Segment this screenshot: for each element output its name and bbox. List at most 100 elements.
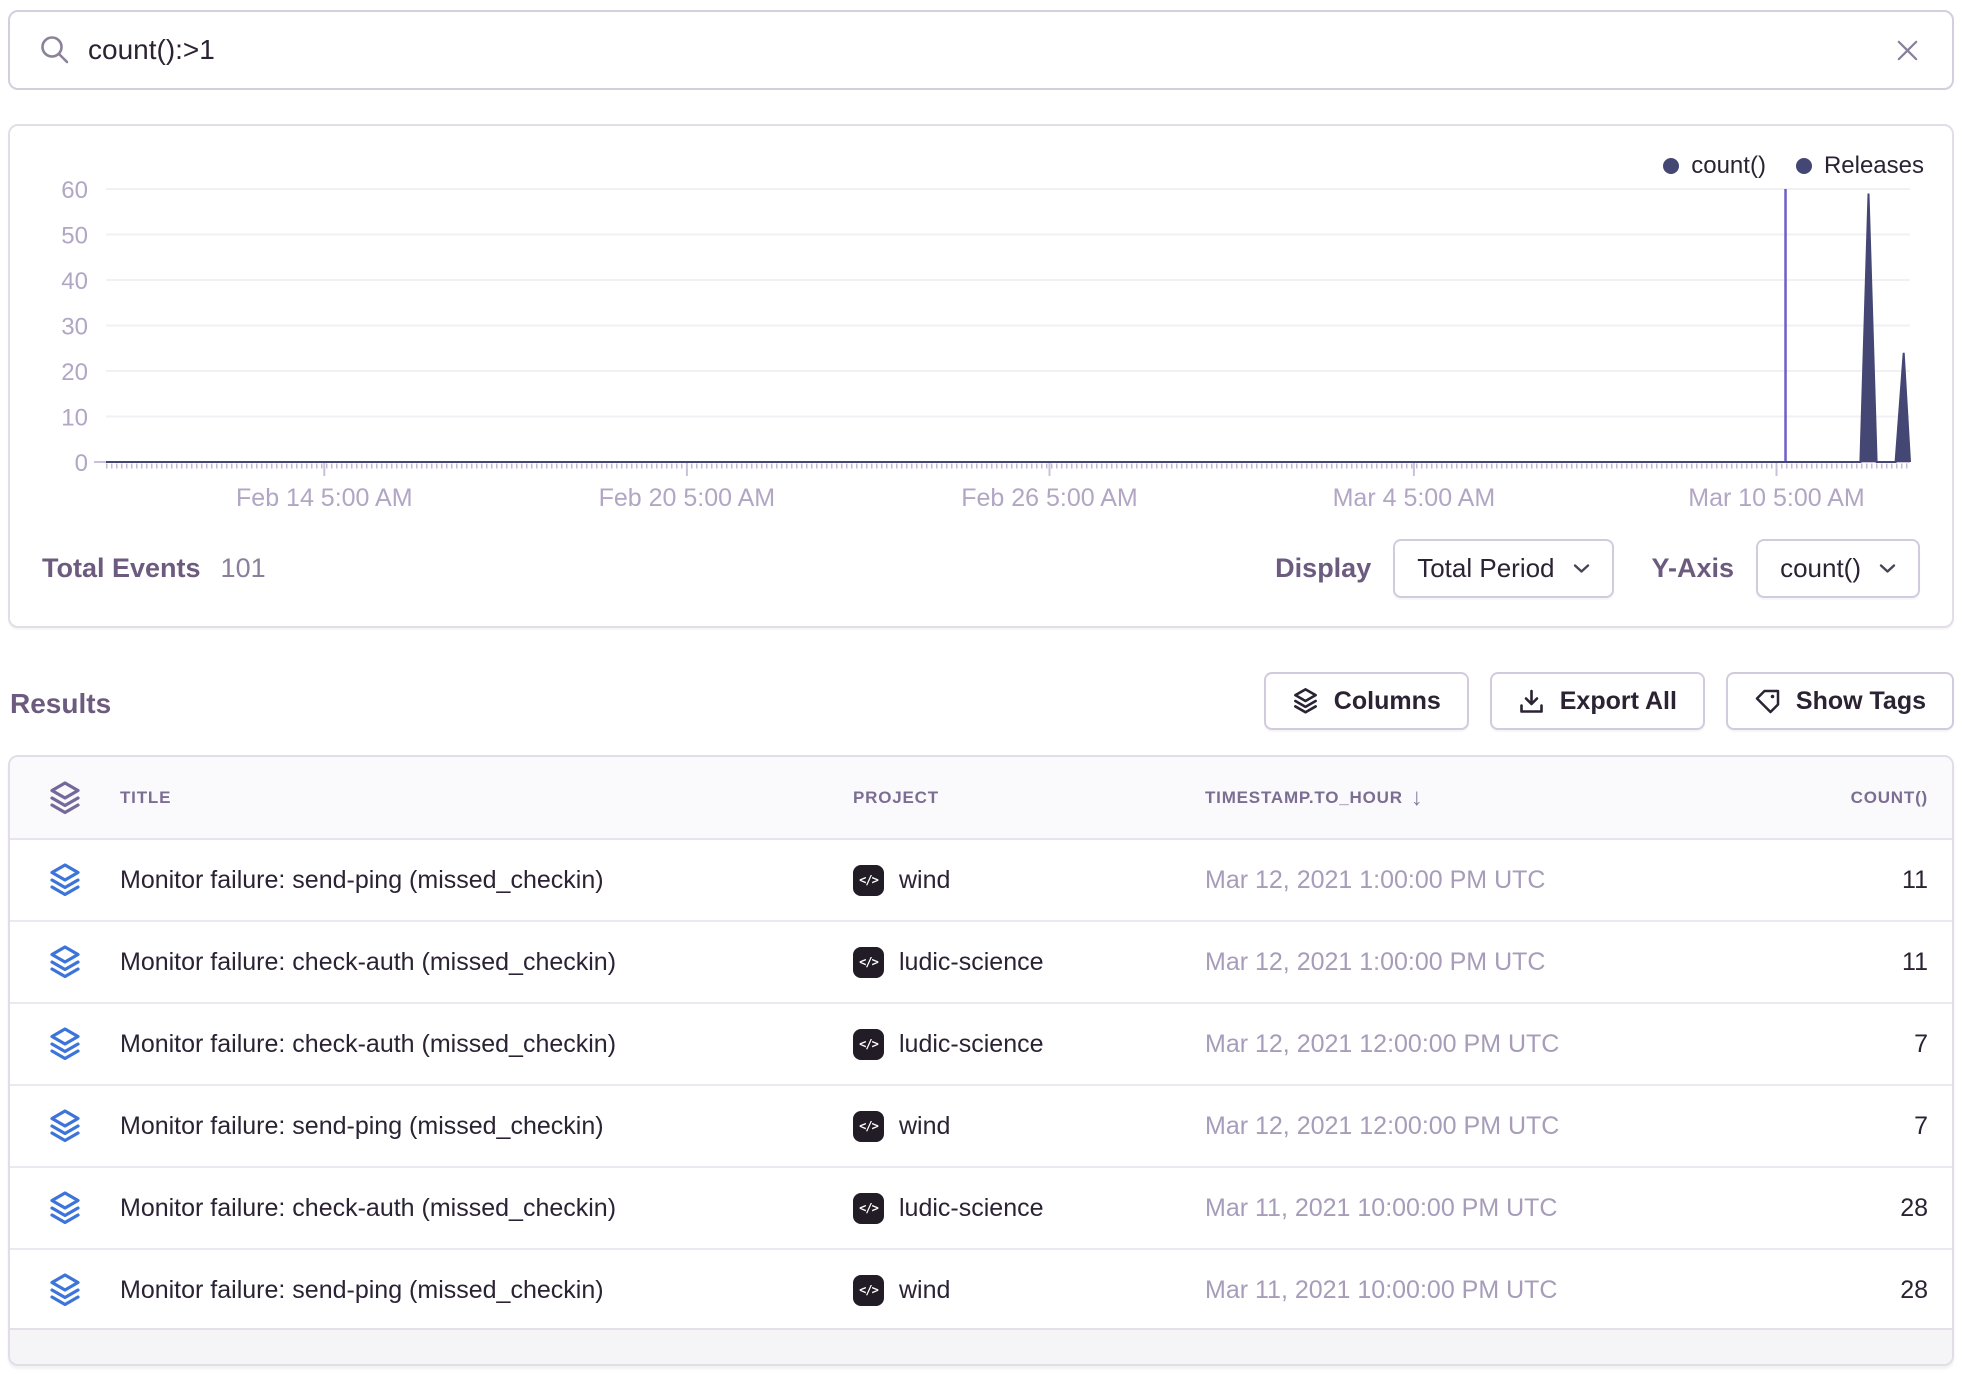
results-heading: Results — [10, 688, 111, 720]
total-events: Total Events 101 — [42, 553, 266, 584]
project-name: wind — [899, 1276, 950, 1305]
svg-text:Feb 14 5:00 AM: Feb 14 5:00 AM — [236, 484, 413, 512]
project-name: wind — [899, 866, 950, 895]
table-footer — [10, 1328, 1952, 1364]
event-title[interactable]: Monitor failure: send-ping (missed_check… — [120, 1276, 853, 1305]
event-title[interactable]: Monitor failure: send-ping (missed_check… — [120, 866, 853, 895]
show-tags-button-label: Show Tags — [1796, 687, 1926, 716]
event-count: 7 — [1695, 1112, 1928, 1141]
column-header-title[interactable]: TITLE — [120, 788, 853, 808]
show-tags-button[interactable]: Show Tags — [1726, 672, 1954, 730]
legend-label: count() — [1691, 152, 1766, 180]
columns-button[interactable]: Columns — [1264, 672, 1469, 730]
discover-results-page: 0102030405060Feb 14 5:00 AMFeb 20 5:00 A… — [0, 0, 1962, 1374]
count-legend-dot-icon — [1663, 158, 1679, 174]
svg-text:50: 50 — [61, 223, 88, 250]
event-timestamp: Mar 12, 2021 1:00:00 PM UTC — [1205, 948, 1695, 977]
legend-item-count[interactable]: count() — [1663, 152, 1766, 180]
event-timestamp: Mar 12, 2021 12:00:00 PM UTC — [1205, 1112, 1695, 1141]
svg-text:40: 40 — [61, 268, 88, 295]
events-chart-panel: 0102030405060Feb 14 5:00 AMFeb 20 5:00 A… — [8, 124, 1954, 628]
search-bar — [8, 10, 1954, 90]
project-cell: ludic-science — [853, 1193, 1205, 1224]
event-title[interactable]: Monitor failure: check-auth (missed_chec… — [120, 1194, 853, 1223]
total-events-label: Total Events — [42, 553, 201, 584]
table-row[interactable]: Monitor failure: check-auth (missed_chec… — [10, 1004, 1952, 1086]
event-count: 11 — [1695, 948, 1928, 977]
event-count: 11 — [1695, 866, 1928, 895]
display-dropdown-value: Total Period — [1417, 553, 1554, 584]
table-row[interactable]: Monitor failure: send-ping (missed_check… — [10, 1250, 1952, 1332]
project-cell: wind — [853, 1275, 1205, 1306]
code-platform-icon — [853, 947, 884, 978]
layers-icon — [48, 1108, 82, 1144]
results-table-body: Monitor failure: send-ping (missed_check… — [10, 840, 1952, 1332]
layers-icon — [48, 1026, 82, 1062]
event-timestamp: Mar 12, 2021 12:00:00 PM UTC — [1205, 1030, 1695, 1059]
svg-text:20: 20 — [61, 359, 88, 386]
chevron-down-icon — [1879, 563, 1896, 574]
yaxis-control: Y-Axis count() — [1652, 539, 1920, 598]
event-timestamp: Mar 11, 2021 10:00:00 PM UTC — [1205, 1194, 1695, 1223]
svg-text:Feb 20 5:00 AM: Feb 20 5:00 AM — [599, 484, 776, 512]
layers-icon — [48, 862, 82, 898]
display-dropdown[interactable]: Total Period — [1393, 539, 1613, 598]
legend-item-releases[interactable]: Releases — [1796, 152, 1924, 180]
project-cell: ludic-science — [853, 947, 1205, 978]
yaxis-dropdown-value: count() — [1780, 553, 1861, 584]
search-input[interactable] — [88, 34, 1875, 66]
code-platform-icon — [853, 1029, 884, 1060]
event-title[interactable]: Monitor failure: send-ping (missed_check… — [120, 1112, 853, 1141]
search-icon — [38, 33, 72, 67]
column-header-count[interactable]: COUNT() — [1695, 788, 1928, 808]
releases-legend-dot-icon — [1796, 158, 1812, 174]
code-platform-icon — [853, 1111, 884, 1142]
event-timestamp: Mar 11, 2021 10:00:00 PM UTC — [1205, 1276, 1695, 1305]
event-count: 7 — [1695, 1030, 1928, 1059]
layers-icon — [1292, 687, 1319, 715]
results-actions: Columns Export All Show Tags — [1264, 672, 1954, 730]
tag-icon — [1754, 688, 1781, 715]
results-table: TITLE PROJECT TIMESTAMP.TO_HOUR ↓ COUNT(… — [8, 755, 1954, 1366]
svg-text:Mar 10 5:00 AM: Mar 10 5:00 AM — [1688, 484, 1864, 512]
event-count: 28 — [1695, 1194, 1928, 1223]
project-name: ludic-science — [899, 1194, 1044, 1223]
project-cell: wind — [853, 1111, 1205, 1142]
event-count: 28 — [1695, 1276, 1928, 1305]
layers-icon[interactable] — [48, 780, 82, 816]
svg-text:30: 30 — [61, 314, 88, 341]
layers-icon — [48, 944, 82, 980]
layers-icon — [48, 1272, 82, 1308]
svg-text:Mar 4 5:00 AM: Mar 4 5:00 AM — [1333, 484, 1496, 512]
download-icon — [1518, 688, 1545, 715]
project-name: ludic-science — [899, 1030, 1044, 1059]
project-name: ludic-science — [899, 948, 1044, 977]
close-icon[interactable] — [1891, 34, 1924, 67]
table-row[interactable]: Monitor failure: send-ping (missed_check… — [10, 840, 1952, 922]
svg-text:0: 0 — [75, 450, 88, 477]
column-header-project[interactable]: PROJECT — [853, 788, 1205, 808]
chart-controls: Display Total Period Y-Axis count() — [1275, 539, 1920, 598]
display-label: Display — [1275, 553, 1371, 584]
table-row[interactable]: Monitor failure: send-ping (missed_check… — [10, 1086, 1952, 1168]
layers-icon — [48, 1190, 82, 1226]
event-title[interactable]: Monitor failure: check-auth (missed_chec… — [120, 1030, 853, 1059]
export-all-button[interactable]: Export All — [1490, 672, 1705, 730]
svg-text:Feb 26 5:00 AM: Feb 26 5:00 AM — [961, 484, 1138, 512]
project-cell: ludic-science — [853, 1029, 1205, 1060]
chart-legend: count() Releases — [1663, 152, 1924, 180]
event-title[interactable]: Monitor failure: check-auth (missed_chec… — [120, 948, 853, 977]
chart-footer: Total Events 101 Display Total Period Y-… — [10, 510, 1952, 626]
yaxis-dropdown[interactable]: count() — [1756, 539, 1920, 598]
table-row[interactable]: Monitor failure: check-auth (missed_chec… — [10, 1168, 1952, 1250]
svg-text:10: 10 — [61, 405, 88, 432]
sort-descending-arrow-icon: ↓ — [1411, 784, 1424, 812]
export-all-button-label: Export All — [1560, 687, 1677, 716]
project-name: wind — [899, 1112, 950, 1141]
events-chart: 0102030405060Feb 14 5:00 AMFeb 20 5:00 A… — [10, 126, 1952, 526]
project-cell: wind — [853, 865, 1205, 896]
total-events-value: 101 — [221, 553, 266, 584]
table-row[interactable]: Monitor failure: check-auth (missed_chec… — [10, 922, 1952, 1004]
column-header-timestamp[interactable]: TIMESTAMP.TO_HOUR ↓ — [1205, 784, 1695, 812]
display-control: Display Total Period — [1275, 539, 1613, 598]
